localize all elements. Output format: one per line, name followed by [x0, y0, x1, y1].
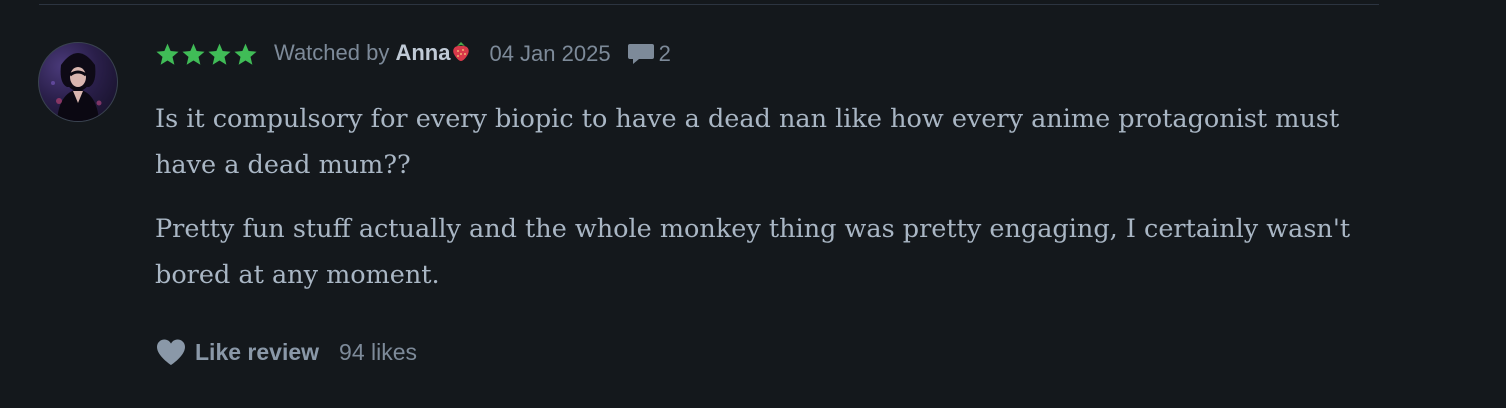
star-icon: [181, 42, 206, 67]
review-entry: Watched by Anna 04 Jan 2025 2 Is it comp: [0, 0, 1506, 408]
star-rating: [155, 42, 258, 67]
comment-count: 2: [658, 41, 671, 66]
review-date[interactable]: 04 Jan 2025: [489, 41, 610, 67]
avatar[interactable]: [38, 42, 118, 122]
like-review-button[interactable]: Like review: [155, 338, 319, 366]
like-review-label: Like review: [195, 338, 320, 365]
heart-icon: [155, 338, 195, 366]
star-icon: [233, 42, 258, 67]
review-actions: Like review 94 likes: [155, 336, 417, 368]
star-icon: [207, 42, 232, 67]
watched-prefix: Watched by: [274, 40, 396, 65]
username-link[interactable]: Anna: [395, 40, 450, 65]
comments-link[interactable]: 2: [627, 41, 671, 67]
strawberry-icon: [451, 40, 471, 68]
star-icon: [155, 42, 180, 67]
watched-by-text: Watched by Anna: [274, 40, 471, 68]
likes-count[interactable]: 94 likes: [339, 339, 417, 366]
review-body: Is it compulsory for every biopic to hav…: [155, 96, 1385, 316]
speech-bubble-icon: [627, 41, 659, 67]
review-paragraph: Is it compulsory for every biopic to hav…: [155, 104, 1340, 180]
review-meta: Watched by Anna 04 Jan 2025 2: [155, 38, 671, 70]
review-paragraph: Pretty fun stuff actually and the whole …: [155, 214, 1351, 290]
